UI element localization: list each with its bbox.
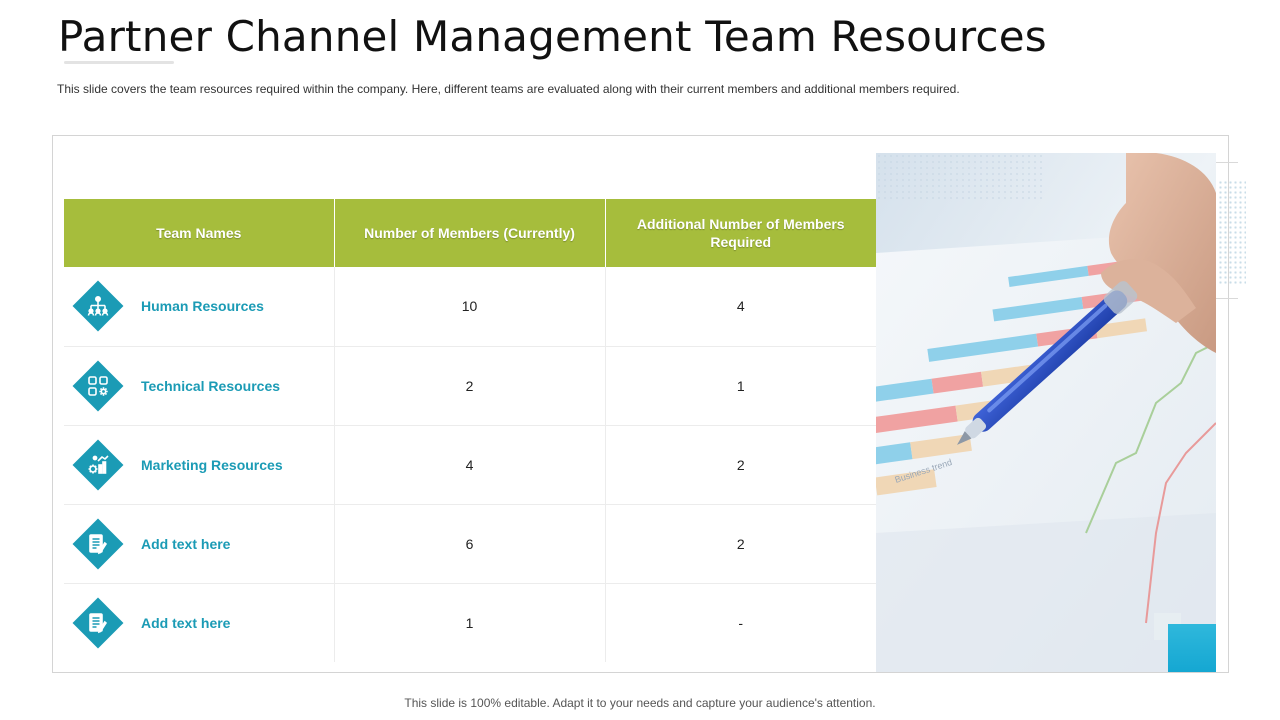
table-row: Marketing Resources 4 2: [64, 425, 876, 505]
current-members-cell: 1: [333, 583, 605, 662]
team-name-cell: Human Resources: [64, 267, 334, 347]
team-resources-table: Team Names Number of Members (Currently)…: [64, 199, 876, 662]
table-row: Human Resources 10 4: [64, 267, 876, 347]
additional-members-cell: 2: [604, 504, 876, 584]
team-name-cell: Add text here: [64, 504, 334, 584]
decor-line: [1216, 298, 1238, 299]
table-row: Add text here 6 2: [64, 504, 876, 584]
additional-members-cell: 4: [604, 267, 876, 347]
slide-subtitle: This slide covers the team resources req…: [57, 82, 960, 96]
header-team-names: Team Names: [64, 199, 334, 267]
current-members-cell: 6: [333, 504, 605, 584]
header-current-members: Number of Members (Currently): [333, 199, 605, 267]
team-name-cell: Marketing Resources: [64, 425, 334, 505]
team-name: Human Resources: [141, 298, 264, 315]
marketing-gears-icon: [72, 439, 124, 490]
document-pencil-icon: [72, 518, 124, 569]
team-name: Marketing Resources: [141, 456, 283, 473]
current-members-cell: 4: [333, 425, 605, 505]
current-members-cell: 2: [333, 346, 605, 426]
additional-members-cell: 1: [604, 346, 876, 426]
document-pencil-icon: [72, 597, 124, 649]
header-additional-members: Additional Number of Members Required: [604, 199, 876, 267]
decor-dots: [1218, 180, 1246, 284]
decor-square-teal: [1168, 624, 1216, 672]
current-members-cell: 10: [333, 267, 605, 347]
org-chart-icon: [72, 280, 124, 332]
title-underline: [64, 61, 174, 64]
team-name-cell: Add text here: [64, 583, 334, 662]
app-grid-gear-icon: [72, 360, 124, 411]
slide-footer: This slide is 100% editable. Adapt it to…: [404, 696, 876, 710]
team-name: Technical Resources: [141, 377, 281, 394]
decor-line: [1216, 162, 1238, 163]
table-row: Add text here 1 -: [64, 583, 876, 662]
additional-members-cell: 2: [604, 425, 876, 505]
team-name-cell: Technical Resources: [64, 346, 334, 426]
table-row: Technical Resources 2 1: [64, 346, 876, 426]
business-chart-photo: Business trend: [876, 153, 1216, 672]
table-header-row: Team Names Number of Members (Currently)…: [64, 199, 876, 267]
additional-members-cell: -: [604, 583, 876, 662]
team-name: Add text here: [141, 535, 231, 552]
slide-title: Partner Channel Management Team Resource…: [58, 12, 1047, 61]
team-name: Add text here: [141, 614, 231, 631]
